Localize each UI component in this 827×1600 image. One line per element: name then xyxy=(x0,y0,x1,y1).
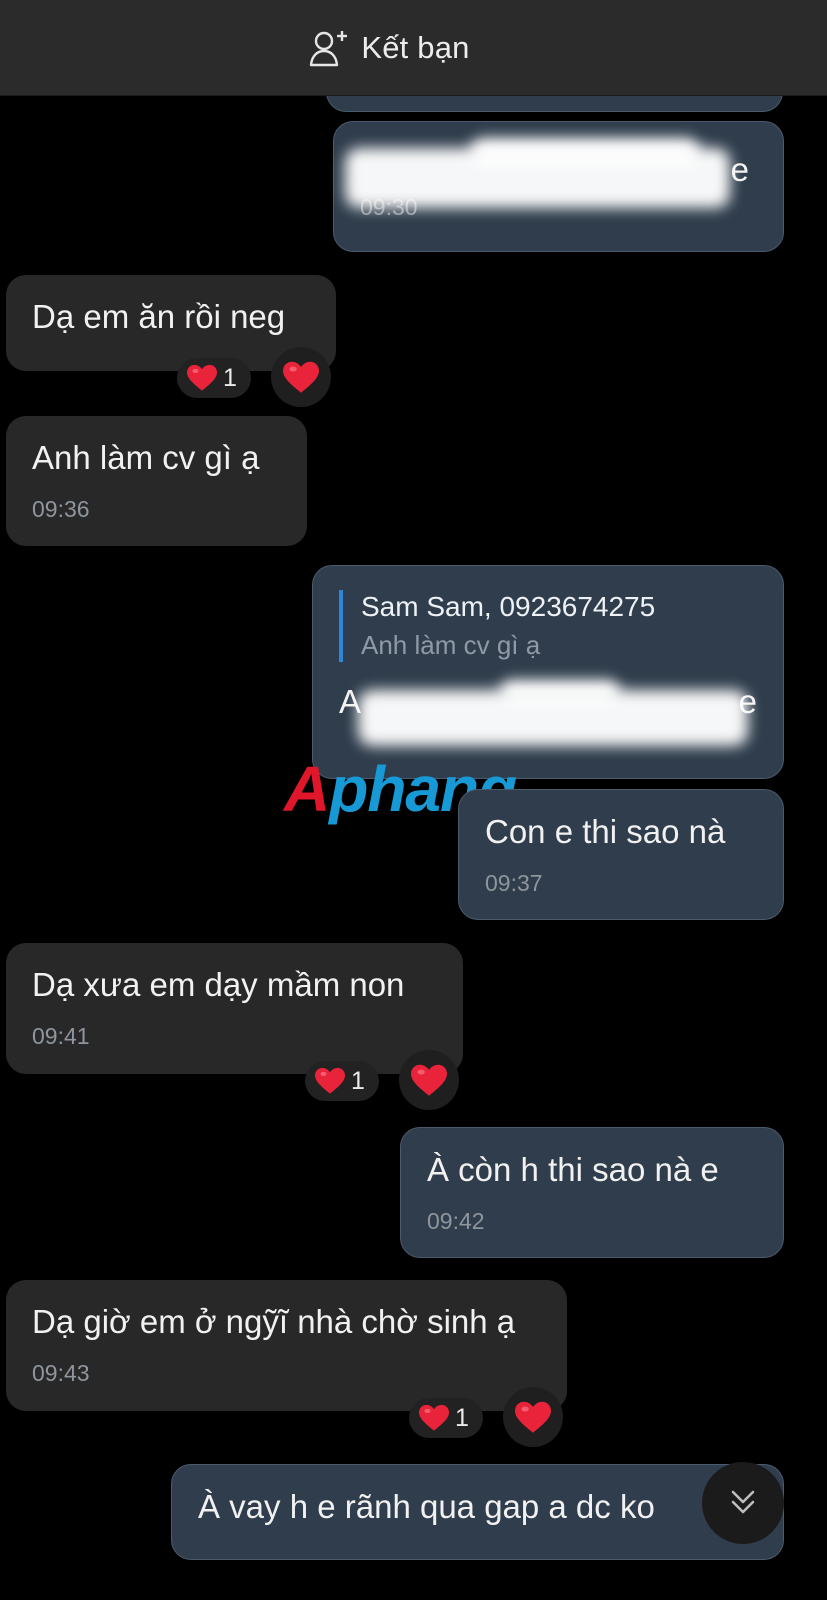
message-text: À còn h thi sao nà e xyxy=(427,1151,719,1188)
message-text: À vay h e rãnh qua gap a dc ko xyxy=(198,1488,655,1525)
message-time: 09:37 xyxy=(485,870,543,896)
scroll-to-bottom-button[interactable] xyxy=(702,1462,784,1544)
heart-icon xyxy=(187,364,217,392)
reaction-count: 1 xyxy=(455,1403,469,1432)
message-bubble-outgoing[interactable]: Con e thi sao nà 09:37 xyxy=(458,789,784,920)
heart-icon xyxy=(411,1064,447,1097)
chevron-double-down-icon xyxy=(731,1490,755,1514)
message-text: Anh làm cv gì ạ xyxy=(32,439,260,476)
message-text-fragment: e xyxy=(730,151,749,188)
message-time: 09:41 xyxy=(32,1023,90,1049)
message-bubble-outgoing-reply[interactable]: Sam Sam, 0923674275 Anh làm cv gì ạ A e xyxy=(312,565,784,779)
message-text: Dạ xưa em dạy mầm non xyxy=(32,966,405,1003)
reaction-count-badge[interactable]: 1 xyxy=(409,1398,483,1438)
heart-icon xyxy=(315,1067,345,1095)
quoted-author: Sam Sam, 0923674275 xyxy=(361,591,656,622)
message-bubble-incoming[interactable]: Anh làm cv gì ạ 09:36 xyxy=(6,416,307,546)
quoted-text: Anh làm cv gì ạ xyxy=(361,630,541,660)
reaction-count-badge[interactable]: 1 xyxy=(177,358,251,398)
message-time: 09:42 xyxy=(427,1208,485,1234)
heart-icon xyxy=(419,1404,449,1432)
react-heart-button[interactable] xyxy=(503,1387,563,1447)
quoted-message[interactable]: Sam Sam, 0923674275 Anh làm cv gì ạ xyxy=(339,590,757,662)
reaction-count-badge[interactable]: 1 xyxy=(305,1061,379,1101)
heart-icon xyxy=(515,1401,551,1434)
add-friend-button[interactable]: Kết bạn xyxy=(309,29,469,67)
person-plus-icon xyxy=(310,30,348,66)
top-bar: Kết bạn xyxy=(0,0,827,96)
message-bubble-incoming[interactable]: Dạ giờ em ở ngỹĩ nhà chờ sinh ạ 09:43 xyxy=(6,1280,567,1411)
redaction-scribble xyxy=(470,138,700,166)
heart-icon xyxy=(283,361,319,394)
react-heart-button[interactable] xyxy=(399,1050,459,1110)
message-text: Dạ em ăn rồi neg xyxy=(32,298,286,335)
add-friend-label: Kết bạn xyxy=(361,29,470,65)
message-bubble-outgoing[interactable]: À còn h thi sao nà e 09:42 xyxy=(400,1127,784,1258)
message-bubble-incoming[interactable]: Dạ xưa em dạy mầm non 09:41 xyxy=(6,943,463,1074)
react-heart-button[interactable] xyxy=(271,347,331,407)
message-time: 09:36 xyxy=(32,496,90,522)
message-text: Con e thi sao nà xyxy=(485,813,726,850)
redaction-scribble xyxy=(500,680,620,704)
reaction-count: 1 xyxy=(351,1066,365,1095)
reaction-count: 1 xyxy=(223,363,237,392)
message-text: Dạ giờ em ở ngỹĩ nhà chờ sinh ạ xyxy=(32,1303,516,1340)
message-bubble-outgoing[interactable]: À vay h e rãnh qua gap a dc ko xyxy=(171,1464,784,1560)
message-time: 09:43 xyxy=(32,1360,90,1386)
